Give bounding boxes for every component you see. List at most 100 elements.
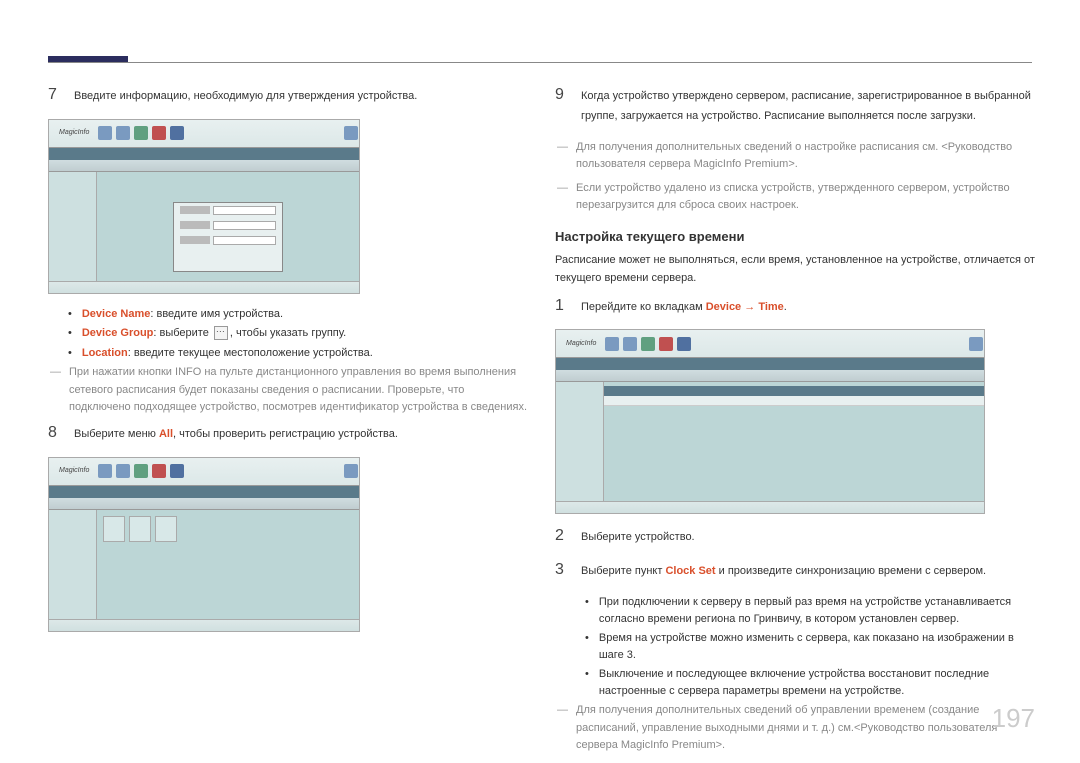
- note-text: Для получения дополнительных сведений об…: [576, 702, 1040, 755]
- right-column: 9 Когда устройство утверждено сервером, …: [555, 85, 1040, 761]
- step-9: 9 Когда устройство утверждено сервером, …: [555, 85, 1040, 127]
- step-text: Выберите устройство.: [581, 526, 695, 548]
- toolbar-icon: [677, 337, 691, 351]
- bullet-text: Выключение и последующее включение устро…: [599, 666, 1040, 699]
- device-item: [103, 516, 125, 542]
- toolbar-icon: [116, 126, 130, 140]
- app-footer: [49, 281, 359, 293]
- app-footer: [556, 501, 984, 513]
- app-sidebar: [556, 382, 604, 501]
- app-main: [604, 382, 984, 501]
- note-time-mgmt: Для получения дополнительных сведений об…: [555, 702, 1040, 755]
- header-rule: [48, 62, 1032, 63]
- step-text: Введите информацию, необходимую для утве…: [74, 85, 417, 107]
- toolbar-icon: [98, 464, 112, 478]
- app-main: [97, 172, 359, 281]
- bullet-label: Location: [82, 347, 128, 359]
- app-logo: MagicInfo: [53, 128, 95, 139]
- step-text-pre: Перейдите ко вкладкам: [581, 301, 706, 313]
- note-text: Если устройство удалено из списка устрой…: [576, 180, 1040, 215]
- highlight-time: Time: [758, 301, 783, 313]
- toolbar-icon: [344, 126, 358, 140]
- bullet-device-group: Device Group: выберите , чтобы указать г…: [48, 325, 528, 342]
- toolbar-icon: [969, 337, 983, 351]
- list-header: [604, 386, 984, 396]
- bullet-device-name: Device Name: введите имя устройства.: [48, 306, 528, 323]
- step-3: 3 Выберите пункт Clock Set и произведите…: [555, 560, 1040, 582]
- toolbar-icon: [170, 126, 184, 140]
- step-8: 8 Выберите меню All, чтобы проверить рег…: [48, 423, 528, 445]
- step-number: 9: [555, 85, 569, 127]
- app-toolbar: [49, 498, 359, 510]
- app-sidebar: [49, 510, 97, 619]
- note-schedule-ref: Для получения дополнительных сведений о …: [555, 139, 1040, 174]
- step-number: 7: [48, 85, 62, 107]
- bullet-location: Location: введите текущее местоположение…: [48, 345, 528, 362]
- toolbar-icon: [116, 464, 130, 478]
- note-info: При нажатии кнопки INFO на пульте дистан…: [48, 364, 528, 417]
- page-number: 197: [992, 699, 1035, 738]
- left-column: 7 Введите информацию, необходимую для ут…: [48, 85, 528, 644]
- note-text: Для получения дополнительных сведений о …: [576, 139, 1040, 174]
- app-tabs: [49, 486, 359, 498]
- bullet-label: Device Name: [82, 308, 151, 320]
- step-text: Выберите меню All, чтобы проверить регис…: [74, 423, 398, 445]
- sub-bullet-2: Время на устройстве можно изменить с сер…: [555, 630, 1040, 663]
- list-row: [604, 396, 984, 406]
- screenshot-device-list: MagicInfo: [48, 457, 360, 632]
- step-number: 1: [555, 296, 569, 318]
- toolbar-icon: [134, 464, 148, 478]
- step-2: 2 Выберите устройство.: [555, 526, 1040, 548]
- toolbar-icon: [152, 464, 166, 478]
- approval-dialog: [173, 202, 283, 272]
- app-sidebar: [49, 172, 97, 281]
- step-text: Перейдите ко вкладкам Device → Time.: [581, 296, 787, 318]
- bullet-text: : введите имя устройства.: [150, 308, 283, 320]
- toolbar-icon: [344, 464, 358, 478]
- toolbar-icon: [623, 337, 637, 351]
- toolbar-icon: [641, 337, 655, 351]
- section-title-time: Настройка текущего времени: [555, 227, 1040, 247]
- toolbar-icon: [659, 337, 673, 351]
- toolbar-icon: [98, 126, 112, 140]
- highlight-arrow: →: [741, 301, 758, 313]
- step-number: 2: [555, 526, 569, 548]
- step-number: 3: [555, 560, 569, 582]
- step-text-pre: Выберите пункт: [581, 565, 665, 577]
- step-number: 8: [48, 423, 62, 445]
- app-tabs: [556, 358, 984, 370]
- bullet-text-post: , чтобы указать группу.: [230, 327, 346, 339]
- toolbar-icon: [605, 337, 619, 351]
- bullet-text: Время на устройстве можно изменить с сер…: [599, 630, 1040, 663]
- app-logo: MagicInfo: [560, 339, 602, 350]
- device-items: [97, 510, 359, 548]
- step-text-post: и произведите синхронизацию времени с се…: [716, 565, 987, 577]
- sub-bullet-1: При подключении к серверу в первый раз в…: [555, 594, 1040, 627]
- highlight-all: All: [159, 428, 173, 440]
- step-7: 7 Введите информацию, необходимую для ут…: [48, 85, 528, 107]
- ellipsis-button-icon: [214, 326, 228, 340]
- toolbar-icon: [134, 126, 148, 140]
- app-logo: MagicInfo: [53, 466, 95, 477]
- app-toolbar: [556, 370, 984, 382]
- screenshot-time-settings: MagicInfo: [555, 329, 985, 514]
- step-text: Выберите пункт Clock Set и произведите с…: [581, 560, 986, 582]
- highlight-clock-set: Clock Set: [665, 565, 715, 577]
- bullet-text: : введите текущее местоположение устройс…: [128, 347, 373, 359]
- highlight-device: Device: [706, 301, 741, 313]
- step-text: Когда устройство утверждено сервером, ра…: [581, 85, 1040, 127]
- note-text: При нажатии кнопки INFO на пульте дистан…: [69, 364, 528, 417]
- note-device-removed: Если устройство удалено из списка устрой…: [555, 180, 1040, 215]
- bullet-text: При подключении к серверу в первый раз в…: [599, 594, 1040, 627]
- step-text-post: .: [784, 301, 787, 313]
- app-footer: [49, 619, 359, 631]
- screenshot-approval: MagicInfo: [48, 119, 360, 294]
- step-1: 1 Перейдите ко вкладкам Device → Time.: [555, 296, 1040, 318]
- section-intro: Расписание может не выполняться, если вр…: [555, 252, 1040, 287]
- toolbar-icon: [152, 126, 166, 140]
- bullet-label: Device Group: [82, 327, 154, 339]
- step-text-pre: Выберите меню: [74, 428, 159, 440]
- device-item: [155, 516, 177, 542]
- bullet-text-pre: : выберите: [153, 327, 212, 339]
- device-item: [129, 516, 151, 542]
